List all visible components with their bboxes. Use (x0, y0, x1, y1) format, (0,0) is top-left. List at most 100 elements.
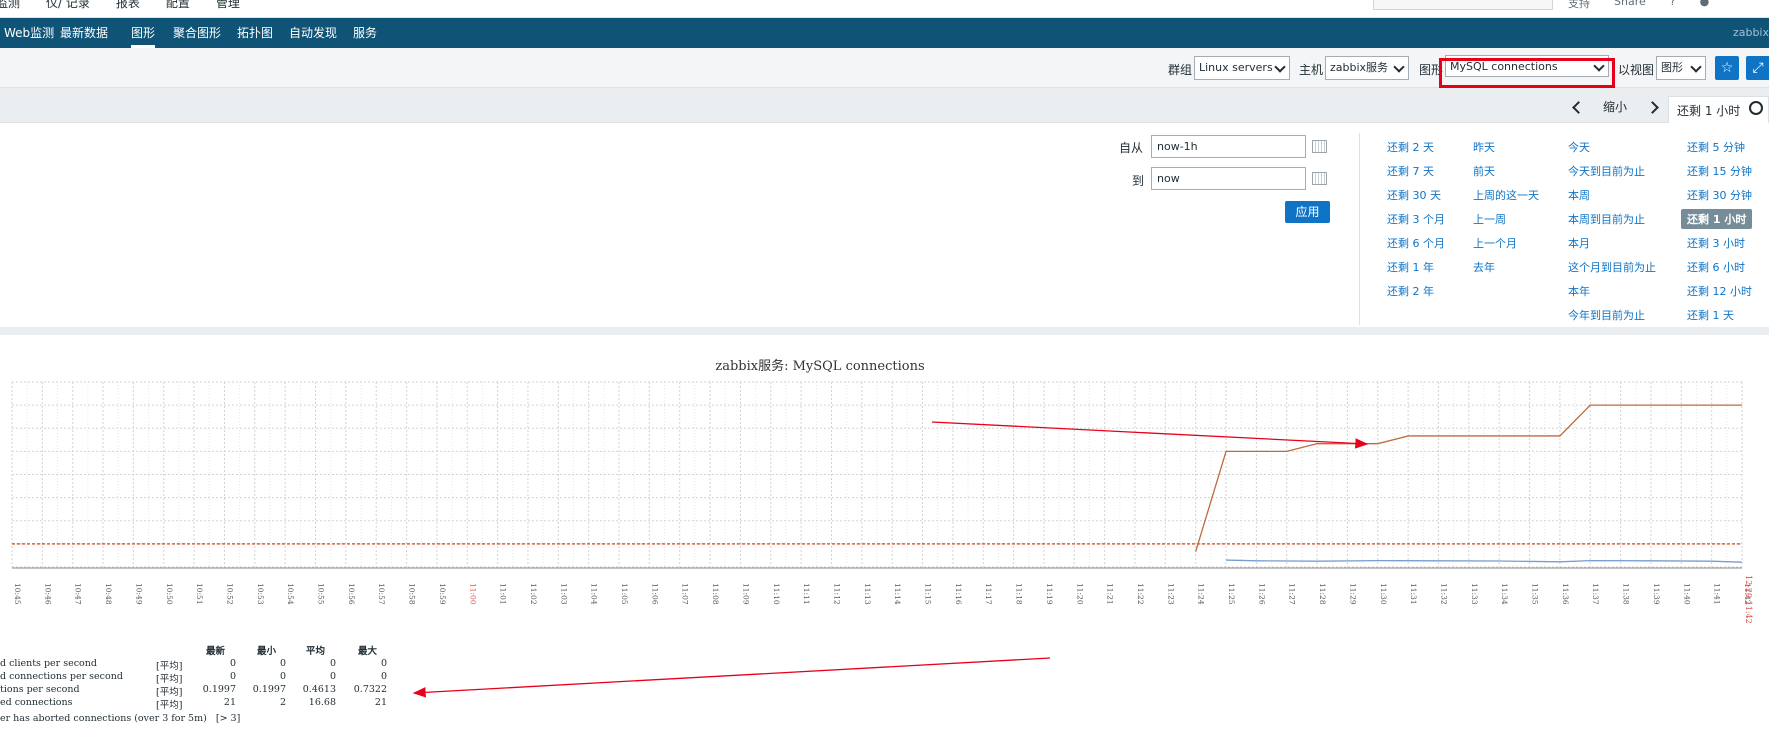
top-menu-item[interactable]: 管理 (216, 0, 240, 11)
calendar-icon[interactable] (1312, 140, 1327, 153)
nav-discovery[interactable]: 自动发现 (289, 18, 337, 48)
top-right-links: 支持 Share ? ● (1568, 0, 1709, 11)
x-tick-label: 11:11 (802, 583, 811, 605)
legend-value: 0 (279, 671, 286, 682)
legend-value: 2 (279, 697, 286, 708)
share-link[interactable]: Share (1614, 0, 1646, 11)
brand-text: zabbix (1732, 26, 1769, 39)
previous-period-icon[interactable] (1572, 101, 1585, 114)
from-input[interactable]: now-1h (1151, 135, 1306, 158)
x-tick-label: 11:33 (1470, 583, 1479, 605)
x-tick-label: 10:47 (74, 583, 83, 605)
x-tick-label: 11:22 (1136, 583, 1145, 605)
quick-range-link[interactable]: 还剩 2 年 (1387, 283, 1434, 299)
quick-range-link[interactable]: 本年 (1568, 283, 1590, 299)
legend-value: 0 (229, 658, 236, 669)
nav-maps[interactable]: 拓扑图 (237, 18, 273, 48)
legend-value: 0.1997 (252, 684, 286, 695)
quick-range-link[interactable]: 还剩 15 分钟 (1687, 163, 1752, 179)
group-select[interactable]: Linux servers (1194, 56, 1290, 80)
favourite-star-icon[interactable]: ☆ (1715, 56, 1739, 80)
time-range-tab[interactable]: 还剩 1 小时 (1668, 96, 1769, 124)
host-select[interactable]: zabbix服务 (1325, 56, 1409, 80)
quick-range-link[interactable]: 这个月到目前为止 (1568, 259, 1656, 275)
group-label: 群组 (1168, 63, 1193, 77)
quick-range-link[interactable]: 还剩 6 个月 (1387, 235, 1445, 251)
user-icon[interactable]: ● (1700, 0, 1710, 11)
quick-range-link[interactable]: 还剩 1 小时 (1681, 209, 1753, 229)
calendar-icon[interactable] (1312, 172, 1327, 185)
legend-value: 0 (380, 658, 387, 669)
quick-range-link[interactable]: 上一周 (1473, 211, 1506, 227)
sub-navigation: Web监测 最新数据 图形 聚合图形 拓扑图 自动发现 服务 zabbix (0, 18, 1769, 48)
legend-value: 0.7322 (353, 684, 387, 695)
x-tick-label: 10:56 (347, 583, 356, 605)
quick-range-link[interactable]: 今天到目前为止 (1568, 163, 1645, 179)
x-tick-label: 11:04 (590, 583, 599, 605)
x-tick-label: 11:12 (832, 583, 841, 605)
view-select[interactable]: 图形 (1656, 56, 1706, 80)
time-filter-panel (0, 123, 1769, 335)
x-tick-label: 11:10 (772, 583, 781, 605)
quick-range-link[interactable]: 上周的这一天 (1473, 187, 1539, 203)
next-period-icon[interactable] (1646, 101, 1659, 114)
x-tick-label: 11:07 (681, 583, 690, 605)
nav-services[interactable]: 服务 (353, 18, 377, 48)
end-time-label: 12-29 11:42 (1744, 575, 1753, 624)
quick-range-link[interactable]: 本月 (1568, 235, 1590, 251)
host-label: 主机 (1299, 63, 1324, 77)
legend-series-name: tions per second (0, 684, 80, 695)
quick-range-link[interactable]: 还剩 3 小时 (1687, 235, 1745, 251)
quick-range-link[interactable]: 前天 (1473, 163, 1495, 179)
support-link[interactable]: 支持 (1568, 0, 1590, 11)
legend-series-name: ed connections (0, 697, 73, 708)
quick-range-link[interactable]: 还剩 30 分钟 (1687, 187, 1752, 203)
quick-range-link[interactable]: 上一个月 (1473, 235, 1517, 251)
quick-range-link[interactable]: 还剩 2 天 (1387, 139, 1434, 155)
time-range-tab-label: 还剩 1 小时 (1677, 104, 1741, 118)
quick-range-link[interactable]: 还剩 6 小时 (1687, 259, 1745, 275)
top-bar: 监测 仪/ 记录 报表 配置 管理 支持 Share ? ● (0, 0, 1769, 18)
quick-range-link[interactable]: 还剩 3 个月 (1387, 211, 1445, 227)
x-tick-label: 10:53 (256, 583, 265, 605)
quick-range-link[interactable]: 本周到目前为止 (1568, 211, 1645, 227)
series-per-second-line (1226, 559, 1743, 563)
nav-web-monitoring[interactable]: Web监测 (4, 18, 54, 48)
quick-range-link[interactable]: 去年 (1473, 259, 1495, 275)
host-select-value: zabbix服务 (1330, 61, 1389, 74)
view-select-value: 图形 (1661, 61, 1683, 74)
top-menu-item[interactable]: 监测 (0, 0, 20, 11)
quick-range-link[interactable]: 还剩 12 小时 (1687, 283, 1752, 299)
x-tick-label: 11:24 (1197, 583, 1206, 605)
top-menu-item[interactable]: 报表 (116, 0, 140, 11)
to-input[interactable]: now (1151, 167, 1306, 190)
quick-range-link[interactable]: 还剩 5 分钟 (1687, 139, 1745, 155)
quick-range-link[interactable]: 还剩 30 天 (1387, 187, 1441, 203)
nav-graphs[interactable]: 图形 (131, 18, 156, 48)
quick-range-link[interactable]: 今天 (1568, 139, 1590, 155)
top-menu-item[interactable]: 配置 (166, 0, 190, 11)
x-tick-label: 10:55 (317, 583, 326, 605)
x-tick-label: 11:02 (529, 583, 538, 605)
quick-range-link[interactable]: 本周 (1568, 187, 1590, 203)
x-tick-label: 11:16 (954, 583, 963, 605)
apply-button[interactable]: 应用 (1285, 201, 1330, 223)
nav-latest-data[interactable]: 最新数据 (60, 18, 108, 48)
legend-trigger: er has aborted connections (over 3 for 5… (0, 713, 241, 724)
quick-range-link[interactable]: 今年到目前为止 (1568, 307, 1645, 323)
quick-range-link[interactable]: 还剩 1 天 (1687, 307, 1734, 323)
fullscreen-icon[interactable]: ⤢ (1746, 56, 1769, 80)
search-input[interactable] (1373, 0, 1553, 10)
zoom-out-button[interactable]: 缩小 (1603, 98, 1627, 115)
from-label: 自从 (1119, 141, 1144, 155)
legend-value: 21 (223, 697, 236, 708)
x-tick-label: 11:41 (1713, 583, 1722, 605)
quick-range-link[interactable]: 还剩 1 年 (1387, 259, 1434, 275)
mysql-connections-graph: zabbix服务: MySQL connections 10:45 10:46 10:… (11, 358, 1753, 698)
nav-screens[interactable]: 聚合图形 (173, 18, 221, 48)
quick-range-link[interactable]: 还剩 7 天 (1387, 163, 1434, 179)
help-link[interactable]: ? (1670, 0, 1676, 11)
top-menu-item[interactable]: 仪/ 记录 (46, 0, 90, 11)
x-tick-label: 11:01 (499, 583, 508, 605)
quick-range-link[interactable]: 昨天 (1473, 139, 1495, 155)
